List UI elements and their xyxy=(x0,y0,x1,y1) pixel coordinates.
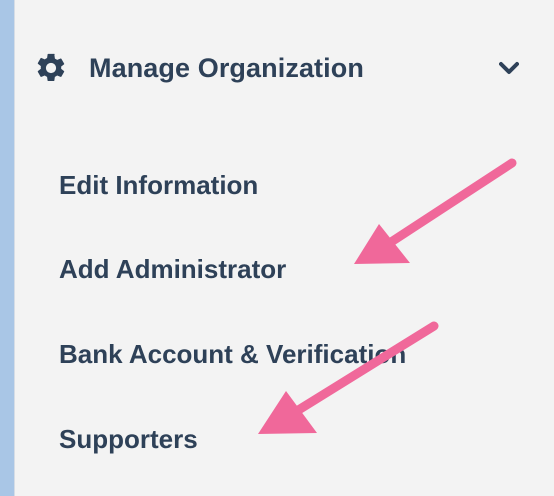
menu-item-bank-account-verification[interactable]: Bank Account & Verification xyxy=(59,337,406,371)
menu-item-supporters[interactable]: Supporters xyxy=(59,422,198,456)
chevron-down-icon[interactable] xyxy=(495,54,523,82)
menu-item-add-administrator[interactable]: Add Administrator xyxy=(59,252,286,286)
manage-organization-label: Manage Organization xyxy=(89,52,364,83)
gear-icon xyxy=(33,50,69,86)
manage-organization-toggle[interactable]: Manage Organization xyxy=(33,38,523,98)
sidebar-panel: Manage Organization Edit Information Add… xyxy=(14,0,554,496)
menu-item-edit-information[interactable]: Edit Information xyxy=(59,168,258,202)
